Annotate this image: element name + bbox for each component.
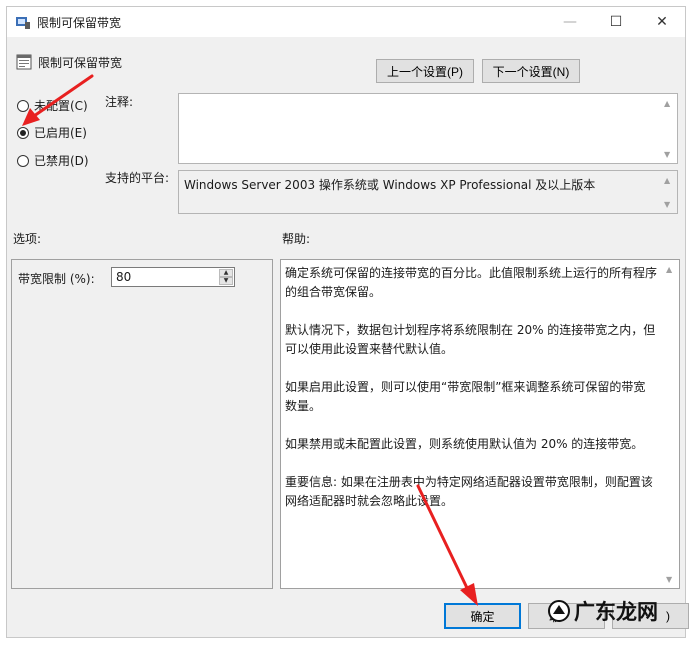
next-setting-button[interactable]: 下一个设置(N) [482, 59, 580, 83]
title-bar[interactable]: 限制可保留带宽 — ☐ ✕ [7, 7, 685, 37]
platform-label: 支持的平台: [105, 171, 170, 185]
maximize-button[interactable]: ☐ [593, 7, 639, 37]
minimize-button[interactable]: — [547, 7, 593, 37]
radio-not-configured[interactable]: 未配置(C) [17, 97, 88, 114]
options-panel [11, 259, 273, 589]
radio-enabled[interactable]: 已启用(E) [17, 124, 87, 141]
bandwidth-limit-value[interactable]: 80 [116, 270, 131, 284]
help-paragraph: 如果启用此设置，则可以使用“带宽限制”框来调整系统可保留的带宽数量。 [285, 380, 646, 413]
radio-not-configured-label: 未配置(C) [34, 99, 88, 113]
watermark-logo-icon [548, 600, 570, 622]
help-label: 帮助: [282, 232, 311, 246]
watermark: 广东龙网 [548, 596, 688, 626]
policy-app-icon [15, 14, 31, 30]
comment-scrollbar[interactable]: ▲ ▼ [661, 94, 677, 163]
help-paragraph: 默认情况下，数据包计划程序将系统限制在 20% 的连接带宽之内，但可以使用此设置… [285, 323, 656, 356]
radio-not-configured-circle[interactable] [17, 99, 29, 112]
help-panel: 确定系统可保留的连接带宽的百分比。此值限制系统上运行的所有程序的组合带宽保留。 … [280, 259, 680, 589]
help-text: 确定系统可保留的连接带宽的百分比。此值限制系统上运行的所有程序的组合带宽保留。 … [285, 264, 657, 530]
platform-scrollbar[interactable]: ▲ ▼ [661, 171, 677, 213]
radio-enabled-label: 已启用(E) [34, 126, 87, 140]
setting-title: 限制可保留带宽 [38, 56, 123, 70]
platform-value: Windows Server 2003 操作系统或 Windows XP Pro… [184, 178, 596, 192]
radio-disabled-circle[interactable] [17, 154, 29, 167]
policy-dialog: 限制可保留带宽 — ☐ ✕ 限制可保留带宽 上一个设置(P) 下一个设置(N) … [6, 6, 689, 638]
spin-down-button[interactable]: ▼ [219, 277, 233, 285]
help-paragraph: 确定系统可保留的连接带宽的百分比。此值限制系统上运行的所有程序的组合带宽保留。 [285, 266, 658, 299]
help-scrollbar[interactable]: ▲ ▼ [663, 260, 679, 588]
watermark-text: 广东龙网 [574, 600, 658, 624]
help-paragraph: 重要信息: 如果在注册表中为特定网络适配器设置带宽限制，则配置该网络适配器时就会… [285, 475, 653, 508]
radio-enabled-circle[interactable] [17, 126, 29, 139]
help-paragraph: 如果禁用或未配置此设置，则系统使用默认值为 20% 的连接带宽。 [285, 437, 644, 451]
bandwidth-limit-label: 带宽限制 (%): [18, 272, 95, 286]
setting-icon [16, 54, 32, 70]
radio-disabled-label: 已禁用(D) [34, 154, 89, 168]
ok-button[interactable]: 确定 [444, 603, 521, 629]
comment-textarea[interactable]: ▲ ▼ [178, 93, 678, 164]
comment-label: 注释: [105, 95, 134, 109]
options-label: 选项: [13, 232, 42, 246]
bandwidth-limit-spinner[interactable]: 80 ▲ ▼ [111, 267, 235, 287]
radio-disabled[interactable]: 已禁用(D) [17, 152, 89, 169]
window-title: 限制可保留带宽 [37, 15, 122, 30]
close-button[interactable]: ✕ [639, 7, 685, 37]
spin-up-button[interactable]: ▲ [219, 269, 233, 277]
platform-field: Windows Server 2003 操作系统或 Windows XP Pro… [178, 170, 678, 214]
previous-setting-button[interactable]: 上一个设置(P) [376, 59, 474, 83]
